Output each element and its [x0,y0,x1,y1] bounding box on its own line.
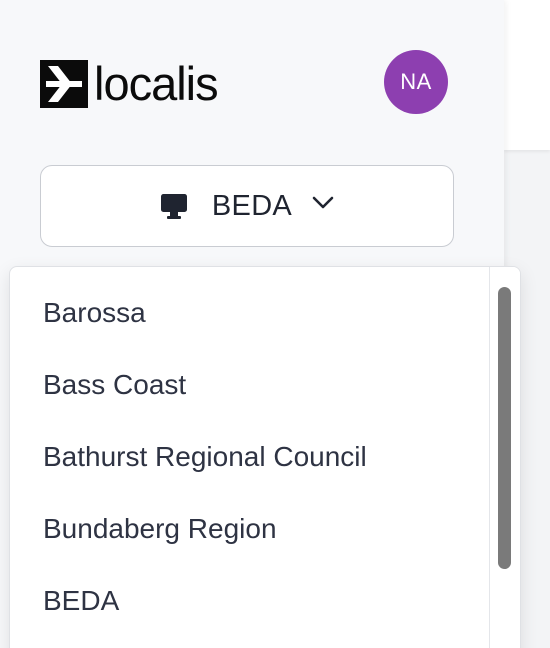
chevron-down-icon [312,192,334,214]
monitor-icon [160,191,190,221]
dropdown-item-bass-coast[interactable]: Bass Coast [10,349,488,421]
dropdown-scrollbar[interactable] [489,267,520,648]
user-avatar[interactable]: NA [384,50,448,114]
dropdown-item-bundaberg-region[interactable]: Bundaberg Region [10,493,488,565]
dropdown-item-barossa[interactable]: Barossa [10,277,488,349]
logo-text: localis [94,57,219,110]
app-logo[interactable]: localis [40,57,219,110]
main-header [504,0,550,150]
scrollbar-thumb[interactable] [498,287,511,569]
council-selector-button[interactable]: BEDA [40,165,454,247]
council-dropdown-menu: Barossa Bass Coast Bathurst Regional Cou… [9,266,521,648]
avatar-initials: NA [400,69,432,94]
plane-logo-icon [40,60,88,108]
app-window: localis NA BEDA Barossa Bass Coast Bathu… [0,0,550,648]
dropdown-item-beda[interactable]: BEDA [10,565,488,637]
dropdown-list: Barossa Bass Coast Bathurst Regional Cou… [10,277,488,637]
dropdown-item-bathurst-regional-council[interactable]: Bathurst Regional Council [10,421,488,493]
selected-council-label: BEDA [211,189,293,222]
